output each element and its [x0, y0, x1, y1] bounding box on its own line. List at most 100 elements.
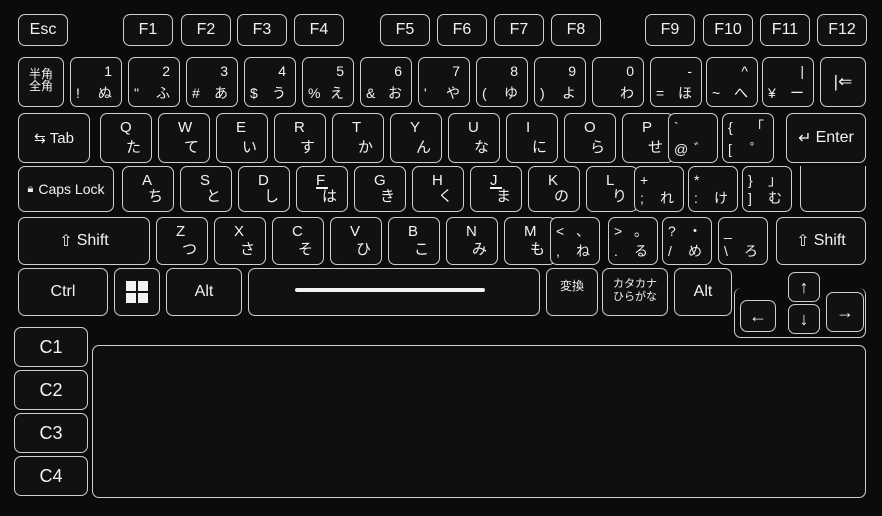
key-y[interactable]: Yん [390, 113, 442, 163]
key-h[interactable]: Hく [412, 166, 464, 212]
key-g[interactable]: Gき [354, 166, 406, 212]
key-alt-left[interactable]: Alt [166, 268, 242, 316]
touchpad[interactable] [92, 345, 866, 498]
key-katakana-hiragana[interactable]: カタカナ ひらがな [602, 268, 668, 316]
key-space[interactable] [248, 268, 540, 316]
key-punct-8[interactable]: > 。. る [608, 217, 658, 265]
key-f7[interactable]: F7 [494, 14, 544, 46]
key-f5[interactable]: F5 [380, 14, 430, 46]
key-f[interactable]: Fは [296, 166, 348, 212]
key-backspace[interactable]: |⇐ [820, 57, 866, 107]
key-1[interactable]: 1 ! ぬ [70, 57, 122, 107]
key-ctrl[interactable]: Ctrl [18, 268, 108, 316]
key-tab[interactable]: ⇆ Tab [18, 113, 90, 163]
key-caps-lock[interactable]: 🔒︎ Caps Lock [18, 166, 114, 212]
key-enter[interactable]: ↵ Enter [786, 113, 866, 163]
key-windows[interactable] [114, 268, 160, 316]
key-u[interactable]: Uな [448, 113, 500, 163]
key-f1[interactable]: F1 [123, 14, 173, 46]
key-shift-char: ^ [741, 63, 748, 79]
key-r[interactable]: Rす [274, 113, 326, 163]
key-hankaku-zenkaku[interactable]: 半角 全角 [18, 57, 64, 107]
key-j[interactable]: Jま [470, 166, 522, 212]
key-d[interactable]: Dし [238, 166, 290, 212]
key-9[interactable]: 9 ) よ [534, 57, 586, 107]
key-f4[interactable]: F4 [294, 14, 344, 46]
key-base-char: ! [76, 85, 80, 101]
key-arrow-up[interactable]: ↑ [788, 272, 820, 302]
key-n[interactable]: Nみ [446, 217, 498, 265]
key-punct-9[interactable]: +; れ [634, 166, 684, 212]
key-f2[interactable]: F2 [181, 14, 231, 46]
key-o[interactable]: Oら [564, 113, 616, 163]
key-6[interactable]: 6 & お [360, 57, 412, 107]
key-s[interactable]: Sと [180, 166, 232, 212]
key-punct-10[interactable]: _ \ ろ [718, 217, 768, 265]
key-x[interactable]: Xさ [214, 217, 266, 265]
key-alt-right[interactable]: Alt [674, 268, 732, 316]
key-c[interactable]: Cそ [272, 217, 324, 265]
key-yen[interactable]: | ¥ ー [762, 57, 814, 107]
key-l[interactable]: Lり [586, 166, 638, 212]
key-f9[interactable]: F9 [645, 14, 695, 46]
key-shift-char: 2 [162, 63, 170, 79]
key-f3[interactable]: F3 [237, 14, 287, 46]
key-punct-10[interactable]: *: け [688, 166, 738, 212]
key-kana: う [272, 85, 286, 101]
key-m[interactable]: Mも [504, 217, 556, 265]
key-char-top-left: + [640, 172, 649, 188]
key-f8[interactable]: F8 [551, 14, 601, 46]
key-arrow-left[interactable]: ← [740, 300, 776, 332]
key-f10[interactable]: F10 [703, 14, 753, 46]
key-7[interactable]: 7 ' や [418, 57, 470, 107]
key-kana: な [473, 139, 489, 156]
key-p[interactable]: Pせ [622, 113, 674, 163]
key-label: Tab [49, 129, 74, 147]
key-3[interactable]: 3 # あ [186, 57, 238, 107]
key-shift-right[interactable]: ⇧ Shift [776, 217, 866, 265]
key-c1[interactable]: C1 [14, 327, 88, 367]
key-z[interactable]: Zつ [156, 217, 208, 265]
key-kana: せ [647, 139, 663, 156]
key-base-char: " [134, 85, 139, 101]
key-henkan[interactable]: 変換 [546, 268, 598, 316]
key-shift-left[interactable]: ⇧ Shift [18, 217, 150, 265]
key-f11[interactable]: F11 [760, 14, 810, 46]
key-kana: ー [790, 85, 804, 101]
key-c4[interactable]: C4 [14, 456, 88, 496]
key-punct-11[interactable]: {「 [゜ [722, 113, 774, 163]
key-c3[interactable]: C3 [14, 413, 88, 453]
key-b[interactable]: Bこ [388, 217, 440, 265]
key-punct-10[interactable]: ` @ ゛ [668, 113, 718, 163]
key-enter-lower[interactable] [800, 166, 866, 212]
key-c2[interactable]: C2 [14, 370, 88, 410]
return-arrow-icon: ↵ [798, 130, 812, 147]
key-esc[interactable]: Esc [18, 14, 68, 46]
key-q[interactable]: Qた [100, 113, 152, 163]
key-w[interactable]: Wて [158, 113, 210, 163]
key-e[interactable]: Eい [216, 113, 268, 163]
key-k[interactable]: Kの [528, 166, 580, 212]
key-2[interactable]: 2 " ふ [128, 57, 180, 107]
key-t[interactable]: Tか [332, 113, 384, 163]
key-8[interactable]: 8 ( ゆ [476, 57, 528, 107]
key-0[interactable]: 0 わ [592, 57, 644, 107]
key-punct-11[interactable]: } 」] む [742, 166, 792, 212]
key-arrow-down[interactable]: ↓ [788, 304, 820, 334]
key-i[interactable]: Iに [506, 113, 558, 163]
key-caret[interactable]: ^ ~ へ [706, 57, 758, 107]
key-a[interactable]: Aち [122, 166, 174, 212]
key-arrow-right[interactable]: → [826, 292, 864, 332]
key-v[interactable]: Vひ [330, 217, 382, 265]
key-punct-7[interactable]: < 、, ね [550, 217, 600, 265]
key-f12[interactable]: F12 [817, 14, 867, 46]
key-minus[interactable]: - = ほ [650, 57, 702, 107]
key-f6[interactable]: F6 [437, 14, 487, 46]
key-punct-9[interactable]: ? ・ / め [662, 217, 712, 265]
key-kana: わ [620, 85, 634, 101]
key-shift-char: 4 [278, 63, 286, 79]
key-5[interactable]: 5 % え [302, 57, 354, 107]
key-char-top-right: 。 [634, 223, 648, 239]
key-4[interactable]: 4 $ う [244, 57, 296, 107]
shift-arrow-icon: ⇧ [796, 233, 810, 250]
